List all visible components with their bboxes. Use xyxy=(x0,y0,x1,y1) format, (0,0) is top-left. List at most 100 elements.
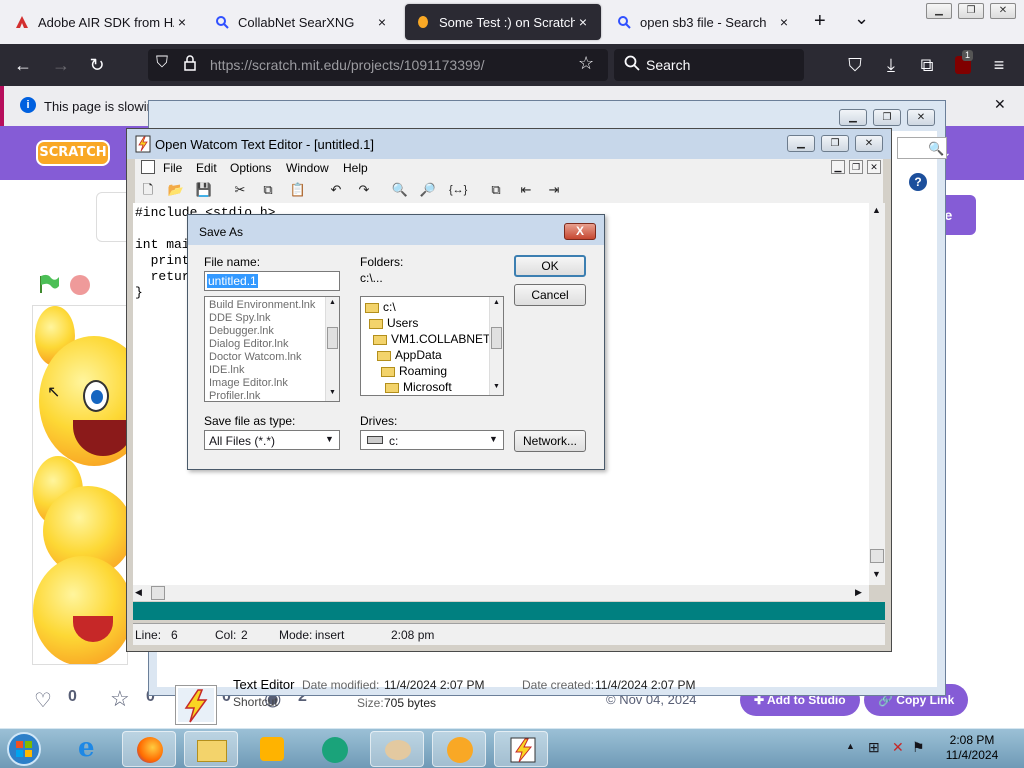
network-tray-icon[interactable]: ⊞ xyxy=(868,739,880,756)
editor-horizontal-scrollbar[interactable]: ◀ ▶ xyxy=(133,585,869,601)
scroll-down-icon[interactable]: ▼ xyxy=(329,389,336,396)
dialog-title-bar[interactable]: Save As X xyxy=(188,215,604,245)
system-clock[interactable]: 2:08 PM 11/4/2024 xyxy=(930,733,1014,763)
restore-icon[interactable]: ❐ xyxy=(873,109,901,126)
drives-select[interactable]: c: ▼ xyxy=(360,430,504,450)
file-list-item[interactable]: IDE.lnk xyxy=(205,364,323,377)
scroll-thumb[interactable] xyxy=(327,327,338,349)
files-icon[interactable]: ⧉ xyxy=(487,181,505,199)
url-bar[interactable]: ⛉ https://scratch.mit.edu/projects/10911… xyxy=(148,49,608,81)
green-flag-icon[interactable] xyxy=(38,274,60,294)
scratch-cat-icon[interactable] xyxy=(432,731,486,767)
volume-muted-icon[interactable]: ✕ xyxy=(892,739,904,756)
extensions-icon[interactable]: ⧉ xyxy=(914,52,940,78)
stop-icon[interactable] xyxy=(70,275,90,295)
messenger-icon[interactable] xyxy=(308,731,362,767)
file-list-item[interactable]: Profiler.lnk xyxy=(205,390,323,401)
scroll-thumb[interactable] xyxy=(491,327,502,349)
folder-item[interactable]: Users xyxy=(361,315,487,331)
close-icon[interactable]: ✕ xyxy=(855,135,883,152)
menu-help[interactable]: Help xyxy=(343,161,368,175)
file-list-item[interactable]: DDE Spy.lnk xyxy=(205,312,323,325)
folder-item[interactable]: c:\ xyxy=(361,299,487,315)
mdi-close-icon[interactable]: ✕ xyxy=(867,160,881,174)
scroll-down-icon[interactable]: ▼ xyxy=(493,383,500,390)
tab-close-icon[interactable]: × xyxy=(575,14,591,30)
restore-icon[interactable]: ❐ xyxy=(958,3,984,19)
minimize-icon[interactable]: ▁ xyxy=(839,109,867,126)
dropdown-arrow-icon[interactable]: ▼ xyxy=(489,434,498,444)
file-explorer-icon[interactable] xyxy=(184,731,238,767)
minimize-icon[interactable]: ▁ xyxy=(787,135,815,152)
cancel-button[interactable]: Cancel xyxy=(514,284,586,306)
bookmark-star-icon[interactable]: ☆ xyxy=(578,53,594,74)
forward-arrow-icon[interactable]: → xyxy=(48,52,74,78)
close-icon[interactable]: ✕ xyxy=(990,3,1016,19)
filetype-select[interactable]: All Files (*.*) ▼ xyxy=(204,430,340,450)
undo-icon[interactable]: ↶ xyxy=(327,181,345,199)
scroll-left-icon[interactable]: ◀ xyxy=(135,587,142,598)
media-player-icon[interactable] xyxy=(246,731,300,767)
love-heart-icon[interactable]: ♡ xyxy=(34,688,52,713)
find-icon[interactable]: 🔍 xyxy=(391,181,409,199)
folder-item[interactable]: AppData xyxy=(361,347,487,363)
pocket-icon[interactable]: ⛉ xyxy=(842,52,868,78)
scroll-thumb[interactable] xyxy=(151,586,165,600)
downloads-icon[interactable]: ⤓ xyxy=(878,52,904,78)
tab-close-icon[interactable]: × xyxy=(174,14,190,30)
network-button[interactable]: Network... xyxy=(514,430,586,452)
close-button[interactable]: X xyxy=(564,223,596,240)
file-list-item[interactable]: Image Editor.lnk xyxy=(205,377,323,390)
close-icon[interactable]: ✕ xyxy=(907,109,935,126)
match-braces-icon[interactable]: {↔} xyxy=(449,181,467,199)
tab-collabnet-searxng[interactable]: CollabNet SearXNG × xyxy=(204,4,400,40)
editor-title-bar[interactable]: Open Watcom Text Editor - [untitled.1] ▁… xyxy=(127,129,891,159)
hamburger-menu-icon[interactable]: ≡ xyxy=(986,52,1012,78)
open-folder-icon[interactable]: 📂 xyxy=(167,181,185,199)
lock-icon[interactable] xyxy=(184,55,196,74)
tab-open-sb3-search[interactable]: open sb3 file - Search × xyxy=(606,4,802,40)
redo-icon[interactable]: ↷ xyxy=(355,181,373,199)
menu-window[interactable]: Window xyxy=(286,161,329,175)
scroll-up-icon[interactable]: ▲ xyxy=(493,299,500,306)
file-list-item[interactable]: Dialog Editor.lnk xyxy=(205,338,323,351)
help-icon[interactable]: ? xyxy=(909,173,927,191)
ok-button[interactable]: OK xyxy=(514,255,586,277)
ublock-icon[interactable]: 1 xyxy=(950,50,976,78)
mdi-restore-icon[interactable]: ❐ xyxy=(849,160,863,174)
scroll-thumb[interactable] xyxy=(870,549,884,563)
file-list-item[interactable]: Build Environment.lnk xyxy=(205,299,323,312)
mdi-minimize-icon[interactable]: ▁ xyxy=(831,160,845,174)
scratch-logo[interactable]: SCRATCH xyxy=(36,140,110,166)
close-icon[interactable]: ✕ xyxy=(994,96,1006,113)
folder-item[interactable]: VM1.COLLABNET xyxy=(361,331,490,347)
folder-tree[interactable]: c:\ Users VM1.COLLABNET AppData Roaming … xyxy=(360,296,504,396)
editor-vertical-scrollbar[interactable]: ▲ ▼ xyxy=(869,203,885,585)
new-file-icon[interactable]: 🗋 xyxy=(139,181,157,199)
project-stage[interactable]: ↖ xyxy=(32,305,128,665)
folder-item[interactable]: Microsoft xyxy=(361,379,487,395)
paste-icon[interactable]: 📋 xyxy=(289,181,307,199)
text-editor-taskbar-icon[interactable] xyxy=(494,731,548,767)
scroll-right-icon[interactable]: ▶ xyxy=(855,587,862,598)
scroll-up-icon[interactable]: ▲ xyxy=(329,299,336,306)
window-prev-icon[interactable]: ⇤ xyxy=(517,181,535,199)
search-input[interactable]: Search xyxy=(614,49,804,81)
menu-options[interactable]: Options xyxy=(230,161,271,175)
tray-arrow-icon[interactable]: ▲ xyxy=(846,741,855,751)
find-next-icon[interactable]: 🔎 xyxy=(419,181,437,199)
minimize-icon[interactable]: ▁ xyxy=(926,3,952,19)
file-list-item[interactable]: Doctor Watcom.lnk xyxy=(205,351,323,364)
file-list[interactable]: Build Environment.lnk DDE Spy.lnk Debugg… xyxy=(204,296,340,402)
start-button[interactable] xyxy=(2,730,52,768)
shield-icon[interactable]: ⛉ xyxy=(156,54,168,72)
restore-icon[interactable]: ❐ xyxy=(821,135,849,152)
reload-icon[interactable]: ↻ xyxy=(84,52,110,78)
scroll-up-icon[interactable]: ▲ xyxy=(872,205,881,215)
tab-scratch[interactable]: Some Test :) on Scratch × xyxy=(405,4,601,40)
copy-icon[interactable]: ⧉ xyxy=(259,181,277,199)
scroll-down-icon[interactable]: ▼ xyxy=(872,569,881,579)
new-tab-button[interactable]: + xyxy=(814,10,834,33)
tab-list-chevron-icon[interactable]: ⌄ xyxy=(854,8,874,29)
tab-adobe-air[interactable]: Adobe AIR SDK from HARM × xyxy=(4,4,200,40)
